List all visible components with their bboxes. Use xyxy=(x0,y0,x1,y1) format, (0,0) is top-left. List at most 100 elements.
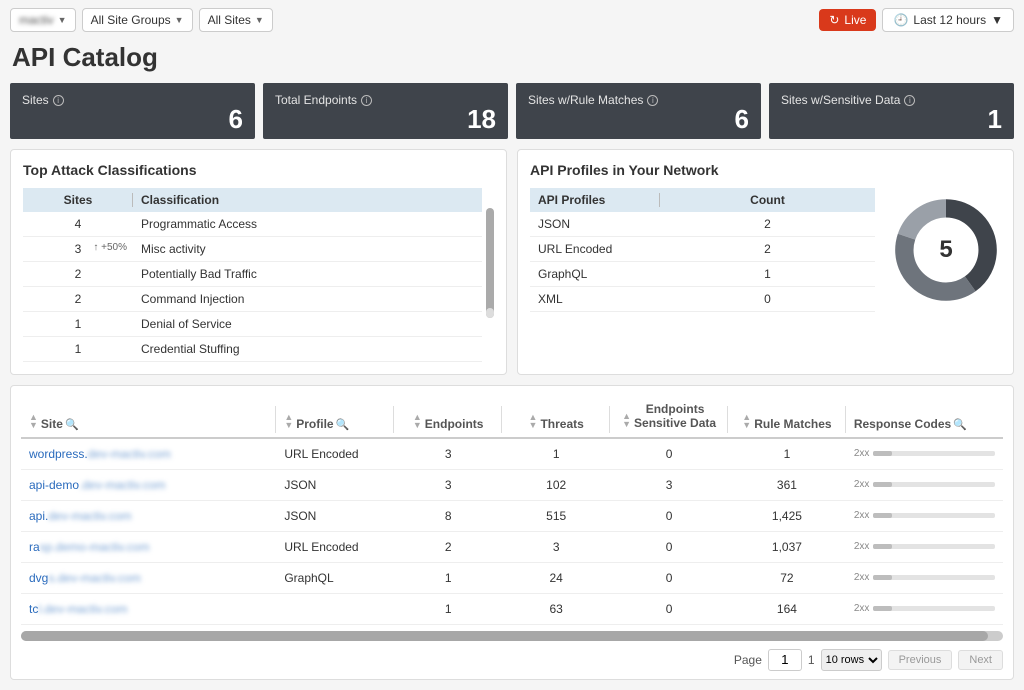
stat-label: Sites xyxy=(22,93,49,107)
rule-matches-cell: 1,425 xyxy=(728,500,846,531)
prev-button[interactable]: Previous xyxy=(888,650,953,670)
col-endpoints[interactable]: ▲▼Endpoints xyxy=(394,396,502,438)
page-input[interactable] xyxy=(768,649,802,671)
profile-cell: GraphQL xyxy=(276,562,394,593)
profile-cell: JSON xyxy=(530,212,660,237)
profile-row[interactable]: XML0 xyxy=(530,287,875,312)
site-link[interactable]: tcl.dev-mactiv.com xyxy=(29,602,127,616)
profile-cell: XML xyxy=(530,287,660,312)
live-button[interactable]: ↻ Live xyxy=(819,9,876,31)
classification-cell: Potentially Bad Traffic xyxy=(133,262,482,287)
sensitive-cell: 0 xyxy=(610,562,728,593)
rule-matches-cell: 1 xyxy=(728,438,846,470)
table-row: tcl.dev-mactiv.com 1 63 0 164 2xx xyxy=(21,593,1003,624)
table-row: api.dev-mactiv.com JSON 8 515 0 1,425 2x… xyxy=(21,500,1003,531)
site-cell: api.dev-mactiv.com xyxy=(21,500,276,531)
scope-label: mactiv xyxy=(19,13,54,27)
top-bar: mactiv ▼ All Site Groups ▼ All Sites ▼ ↻… xyxy=(0,0,1024,40)
col-profile[interactable]: API Profiles xyxy=(530,188,660,212)
scope-select[interactable]: mactiv ▼ xyxy=(10,8,76,32)
caret-down-icon: ▼ xyxy=(175,15,184,25)
count-cell: 2 xyxy=(660,212,875,237)
col-classification[interactable]: Classification xyxy=(133,188,482,212)
stat-value: 1 xyxy=(988,104,1002,135)
sites-cell: 2 xyxy=(23,262,133,287)
rule-matches-cell: 1,037 xyxy=(728,531,846,562)
site-link[interactable]: api.dev-mactiv.com xyxy=(29,509,132,523)
sites-select[interactable]: All Sites ▼ xyxy=(199,8,273,32)
scrollbar[interactable] xyxy=(486,208,494,318)
col-site[interactable]: ▲▼Site🔍 xyxy=(21,396,276,438)
threats-cell: 515 xyxy=(502,500,610,531)
profile-row[interactable]: URL Encoded2 xyxy=(530,237,875,262)
endpoints-cell: 3 xyxy=(394,438,502,470)
profiles-table: API Profiles Count JSON2URL Encoded2Grap… xyxy=(530,188,875,312)
col-sensitive[interactable]: ▲▼EndpointsSensitive Data xyxy=(610,396,728,438)
sort-icon: ▲▼ xyxy=(413,413,422,429)
rule-matches-cell: 72 xyxy=(728,562,846,593)
info-icon[interactable]: i xyxy=(904,95,915,106)
site-groups-select[interactable]: All Site Groups ▼ xyxy=(82,8,193,32)
sites-cell: 3↑ +50% xyxy=(23,237,133,262)
panel-title: Top Attack Classifications xyxy=(23,162,494,178)
search-icon[interactable]: 🔍 xyxy=(65,419,79,431)
stat-card-rule-matches: Sites w/Rule Matches i 6 xyxy=(516,83,761,139)
sort-icon: ▲▼ xyxy=(622,412,631,428)
profile-cell: JSON xyxy=(276,469,394,500)
sites-cell: 1 xyxy=(23,337,133,362)
panels-row: Top Attack Classifications Sites Classif… xyxy=(0,139,1024,385)
attack-row[interactable]: 2Command Injection xyxy=(23,287,482,312)
api-profiles-panel: API Profiles in Your Network API Profile… xyxy=(517,149,1014,375)
horizontal-scrollbar[interactable] xyxy=(21,631,1003,641)
attack-row[interactable]: 1Denial of Service xyxy=(23,312,482,337)
attack-classifications-panel: Top Attack Classifications Sites Classif… xyxy=(10,149,507,375)
site-link[interactable]: api-demo.dev-mactiv.com xyxy=(29,478,166,492)
sort-icon: ▲▼ xyxy=(742,413,751,429)
site-cell: wordpress.dev-mactiv.com xyxy=(21,438,276,470)
sort-icon: ▲▼ xyxy=(29,413,38,429)
col-sites[interactable]: Sites xyxy=(23,188,133,212)
search-icon[interactable]: 🔍 xyxy=(336,419,350,431)
timerange-select[interactable]: 🕘 Last 12 hours ▼ xyxy=(882,8,1014,32)
rule-matches-cell: 361 xyxy=(728,469,846,500)
attack-row[interactable]: 1Credential Stuffing xyxy=(23,337,482,362)
profile-cell: GraphQL xyxy=(530,262,660,287)
profile-cell: URL Encoded xyxy=(530,237,660,262)
search-icon[interactable]: 🔍 xyxy=(953,419,967,431)
sites-cell: 1 xyxy=(23,312,133,337)
stat-value: 6 xyxy=(735,104,749,135)
attack-row[interactable]: 2Potentially Bad Traffic xyxy=(23,262,482,287)
sites-cell: 2 xyxy=(23,287,133,312)
page-label: Page xyxy=(734,653,762,667)
pager: Page 1 10 rows Previous Next xyxy=(21,649,1003,671)
attack-row[interactable]: 3↑ +50%Misc activity xyxy=(23,237,482,262)
site-cell: dvgs.dev-mactiv.com xyxy=(21,562,276,593)
threats-cell: 24 xyxy=(502,562,610,593)
site-cell: tcl.dev-mactiv.com xyxy=(21,593,276,624)
stat-card-endpoints: Total Endpoints i 18 xyxy=(263,83,508,139)
classification-cell: Denial of Service xyxy=(133,312,482,337)
response-codes-cell: 2xx xyxy=(846,562,1003,593)
site-link[interactable]: rasp.demo-mactiv.com xyxy=(29,540,149,554)
col-rule-matches[interactable]: ▲▼Rule Matches xyxy=(728,396,846,438)
col-profile[interactable]: ▲▼Profile🔍 xyxy=(276,396,394,438)
classification-cell: Misc activity xyxy=(133,237,482,262)
col-count[interactable]: Count xyxy=(660,188,875,212)
response-codes-cell: 2xx xyxy=(846,469,1003,500)
site-link[interactable]: wordpress.dev-mactiv.com xyxy=(29,447,171,461)
profile-row[interactable]: GraphQL1 xyxy=(530,262,875,287)
rows-per-page-select[interactable]: 10 rows xyxy=(821,649,882,671)
next-button[interactable]: Next xyxy=(958,650,1003,670)
col-response-codes[interactable]: Response Codes🔍 xyxy=(846,396,1003,438)
info-icon[interactable]: i xyxy=(361,95,372,106)
live-label: Live xyxy=(844,13,866,27)
site-link[interactable]: dvgs.dev-mactiv.com xyxy=(29,571,141,585)
info-icon[interactable]: i xyxy=(53,95,64,106)
stat-cards-row: Sites i 6 Total Endpoints i 18 Sites w/R… xyxy=(0,83,1024,139)
attack-row[interactable]: 4Programmatic Access xyxy=(23,212,482,237)
profile-row[interactable]: JSON2 xyxy=(530,212,875,237)
info-icon[interactable]: i xyxy=(647,95,658,106)
count-cell: 0 xyxy=(660,287,875,312)
col-threats[interactable]: ▲▼Threats xyxy=(502,396,610,438)
clock-icon: 🕘 xyxy=(893,13,908,27)
